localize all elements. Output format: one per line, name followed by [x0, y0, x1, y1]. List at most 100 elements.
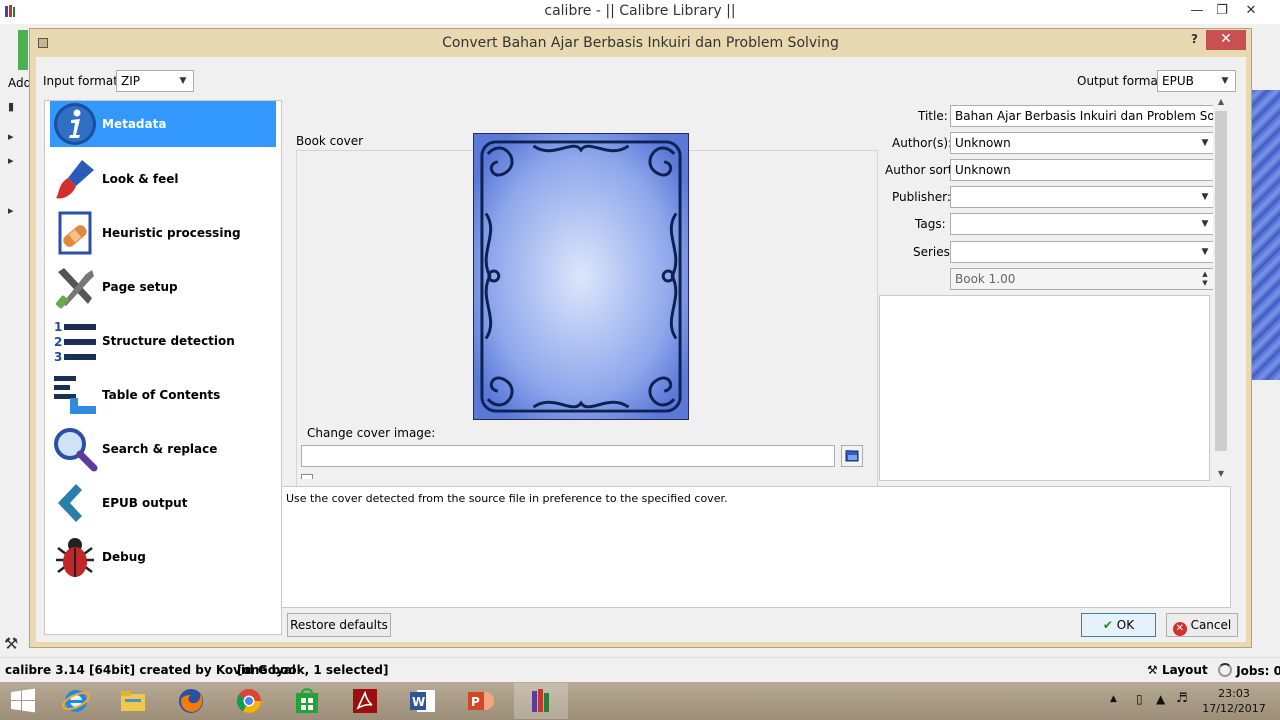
start-icon [11, 688, 35, 713]
taskbar-internet-explorer[interactable] [49, 683, 103, 719]
maximize-button[interactable]: ❐ [1207, 0, 1237, 22]
taskbar-file-explorer[interactable] [106, 683, 160, 719]
spinner-icon [1218, 663, 1232, 677]
taskbar-powerpoint[interactable]: P [454, 683, 508, 719]
clock-time: 23:03 [1218, 687, 1250, 700]
ok-button[interactable]: ✔ OK [1081, 613, 1156, 637]
sidebar-item-structure[interactable]: 1 2 3 Structure detection [50, 315, 276, 367]
authors-select[interactable]: Unknown ▼ [950, 132, 1216, 154]
main-window-left-edge: Add ▮ ▸ ▸ ▸ [0, 24, 31, 654]
dialog-close-button[interactable]: ✕ [1206, 30, 1246, 50]
tree-expand-icon[interactable]: ▸ [8, 204, 14, 217]
sidebar-item-toc[interactable]: Table of Contents [50, 369, 276, 421]
spin-arrows-icon[interactable]: ▲ ▼ [1197, 270, 1213, 288]
tree-expand-icon[interactable]: ▸ [8, 154, 14, 167]
chevron-down-icon: ▼ [1201, 247, 1209, 257]
taskbar-clock[interactable]: 23:03 17/12/2017 [1198, 686, 1270, 716]
calibre-icon [532, 689, 549, 712]
taskbar-store[interactable] [280, 683, 334, 719]
scrollbar-thumb[interactable] [1215, 111, 1227, 451]
layout-button[interactable]: ⚒ Layout [1147, 663, 1208, 677]
sidebar-item-look-feel[interactable]: Look & feel [50, 153, 276, 205]
browse-cover-button[interactable] [841, 445, 863, 467]
tags-label: Tags: [915, 217, 946, 231]
tray-overflow-icon[interactable]: ▲ [1110, 694, 1117, 704]
magnifier-icon [54, 428, 98, 472]
numbered-list-icon: 1 2 3 [54, 320, 96, 364]
preferences-icon[interactable]: ⚒ [4, 634, 18, 653]
checkbox-box[interactable] [301, 474, 313, 479]
sidebar-item-debug[interactable]: Debug [50, 531, 276, 583]
help-button[interactable]: ? [1191, 32, 1198, 46]
sidebar-item-label: Table of Contents [102, 388, 221, 402]
start-button[interactable] [0, 683, 46, 719]
acrobat-icon [353, 689, 377, 713]
metadata-scrollbar[interactable]: ▲ ▼ [1213, 95, 1229, 481]
store-icon [296, 688, 318, 713]
taskbar-chrome[interactable] [222, 683, 276, 719]
sidebar-item-label: Debug [102, 550, 146, 564]
toc-icon [54, 376, 96, 414]
tools-icon [55, 268, 94, 309]
taskbar-calibre[interactable] [514, 683, 568, 719]
sidebar-item-label: Heuristic processing [102, 226, 241, 240]
svg-text:2: 2 [54, 335, 62, 349]
battery-icon[interactable]: ▯ [1136, 692, 1143, 706]
tags-select[interactable]: ▼ [950, 213, 1216, 235]
sidebar-item-heuristic[interactable]: Heuristic processing [50, 207, 276, 259]
svg-text:W: W [412, 695, 425, 709]
status-bar: calibre 3.14 [64bit] created by Kovid Go… [0, 657, 1280, 682]
toolbar-add-label[interactable]: Add [8, 76, 31, 90]
cover-path-input[interactable] [301, 445, 835, 467]
dialog-title: Convert Bahan Ajar Berbasis Inkuiri dan … [442, 35, 839, 51]
file-explorer-icon [121, 691, 145, 711]
chevron-down-icon: ▼ [1221, 76, 1229, 86]
title-value: Bahan Ajar Berbasis Inkuiri dan Problem … [955, 109, 1216, 123]
sidebar-item-page-setup[interactable]: Page setup [50, 261, 276, 313]
series-select[interactable]: ▼ [950, 241, 1216, 263]
taskbar-firefox[interactable] [164, 683, 218, 719]
authors-label: Author(s): [892, 136, 953, 150]
signal-icon[interactable]: ▲ [1156, 692, 1165, 706]
help-text: Use the cover detected from the source f… [286, 492, 728, 505]
main-window-titlebar: calibre - || Calibre Library || — ❐ ✕ [0, 0, 1280, 24]
series-index-spinbox[interactable]: Book 1.00 ▲ ▼ [950, 268, 1216, 290]
chrome-icon [236, 689, 261, 714]
bug-icon [56, 538, 94, 577]
cover-grid-stub [1252, 90, 1280, 380]
output-format-value: EPUB [1162, 74, 1194, 88]
input-format-select[interactable]: ZIP ▼ [116, 70, 194, 92]
title-input[interactable]: Bahan Ajar Berbasis Inkuiri dan Problem … [950, 105, 1216, 127]
sidebar-item-label: Search & replace [102, 442, 218, 456]
use-source-cover-checkbox[interactable] [301, 474, 871, 479]
taskbar-word[interactable]: W [396, 683, 450, 719]
series-index-value: Book 1.00 [955, 272, 1016, 286]
publisher-label: Publisher: [892, 190, 951, 204]
layout-icon: ⚒ [1147, 663, 1158, 677]
layout-label: Layout [1161, 663, 1208, 677]
tree-expand-icon[interactable]: ▸ [8, 130, 14, 143]
sidebar-item-epub-output[interactable]: EPUB output [50, 477, 276, 529]
svg-text:1: 1 [54, 320, 62, 334]
taskbar-acrobat[interactable] [338, 683, 392, 719]
chevron-left-icon [58, 484, 82, 522]
jobs-indicator[interactable]: Jobs: 0 [1218, 663, 1280, 678]
restore-defaults-button[interactable]: Restore defaults [287, 613, 391, 637]
author-sort-input[interactable]: Unknown [950, 159, 1216, 181]
cover-image[interactable] [473, 133, 689, 420]
scroll-down-icon[interactable]: ▼ [1213, 467, 1229, 481]
volume-icon[interactable]: ♬ [1176, 691, 1188, 706]
sidebar-item-label: Page setup [102, 280, 178, 294]
output-format-select[interactable]: EPUB ▼ [1157, 70, 1236, 92]
main-close-button[interactable]: ✕ [1236, 0, 1266, 22]
publisher-select[interactable]: ▼ [950, 186, 1216, 208]
input-format-value: ZIP [121, 74, 140, 88]
sidebar-item-search-replace[interactable]: Search & replace [50, 423, 276, 475]
toolbar-add-icon[interactable] [18, 30, 28, 70]
input-format-label: Input format: [43, 74, 122, 88]
scroll-up-icon[interactable]: ▲ [1213, 95, 1229, 109]
sidebar-item-metadata[interactable]: Metadata [50, 101, 276, 147]
comments-editor[interactable] [879, 295, 1210, 481]
series-label: Series: [913, 245, 954, 259]
cancel-button[interactable]: ✕ Cancel [1166, 613, 1238, 637]
